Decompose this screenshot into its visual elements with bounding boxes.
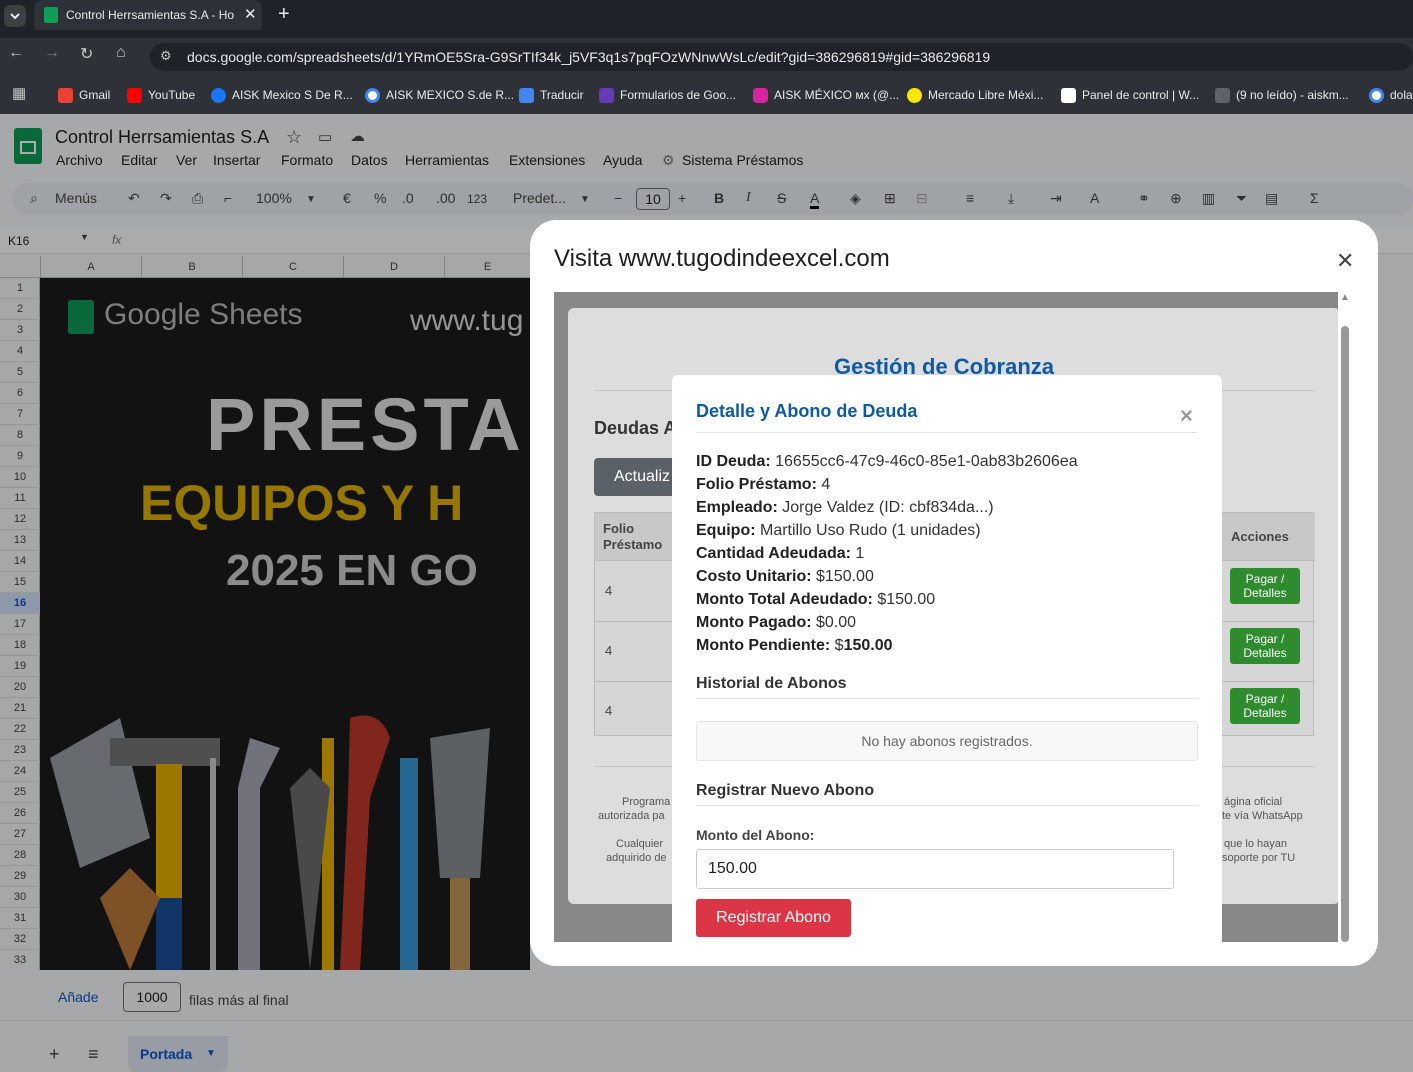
google-icon	[365, 87, 380, 103]
tab-title: Control Herrsamientas S.A - Ho	[66, 8, 235, 22]
bookmark-mercadolibre[interactable]: Mercado Libre Méxi...	[907, 85, 1043, 105]
field-equipo: Equipo: Martillo Uso Rudo (1 unidades)	[696, 522, 981, 539]
bookmark-gmail[interactable]: Gmail	[58, 85, 110, 105]
bookmark-aisk-facebook[interactable]: AISK Mexico S De R...	[211, 85, 353, 105]
bookmark-mail[interactable]: (9 no leído) - aiskm...	[1215, 85, 1349, 105]
field-empleado: Empleado: Jorge Valdez (ID: cbf834da...)	[696, 499, 994, 516]
amount-label: Monto del Abono:	[696, 827, 815, 843]
app-frame: Gestión de Cobranza Deudas A Actualiz Fo…	[554, 292, 1338, 942]
debt-detail-modal: Detalle y Abono de Deuda × ID Deuda: 166…	[672, 375, 1222, 942]
footer-text: autorizada pa	[598, 810, 665, 822]
history-empty-message: No hay abonos registrados.	[696, 721, 1198, 761]
youtube-icon	[127, 87, 142, 103]
reload-icon[interactable]: ↻	[80, 44, 93, 64]
scroll-up-icon[interactable]: ▲	[1340, 292, 1350, 303]
footer-text: Programa	[622, 796, 671, 808]
field-monto-pagado: Monto Pagado: $0.00	[696, 614, 857, 631]
home-icon[interactable]: ⌂	[116, 44, 126, 62]
divider	[696, 698, 1198, 699]
footer-text: Cualquier	[616, 838, 664, 850]
bookmark-instagram[interactable]: AISK MÉXICO мх (@...	[753, 85, 899, 105]
field-cantidad: Cantidad Adeudada: 1	[696, 545, 865, 562]
footer-text: adquirido de	[606, 852, 667, 864]
field-monto-total: Monto Total Adeudado: $150.00	[696, 591, 936, 608]
bookmarks-bar: ▦ Gmail YouTube AISK Mexico S De R... AI…	[0, 76, 1413, 114]
header-folio: Folio Préstamo	[603, 521, 663, 552]
pay-details-button[interactable]: Pagar / Detalles	[1230, 568, 1300, 604]
forward-icon[interactable]: →	[44, 44, 60, 62]
gmail-icon	[58, 87, 73, 103]
pay-details-button[interactable]: Pagar / Detalles	[1230, 628, 1300, 664]
bookmark-traducir[interactable]: Traducir	[519, 85, 584, 105]
scroll-thumb[interactable]	[1341, 326, 1349, 942]
bookmark-aisk-google[interactable]: AISK MEXICO S.de R...	[365, 85, 514, 105]
instagram-icon	[753, 87, 768, 103]
new-tab-icon[interactable]: +	[278, 3, 290, 26]
browser-tab-bar: Control Herrsamientas S.A - Ho ✕ +	[0, 0, 1413, 38]
wix-icon	[1061, 87, 1076, 103]
amount-input[interactable]: 150.00	[696, 849, 1174, 889]
field-folio: Folio Préstamo: 4	[696, 476, 831, 493]
register-payment-button[interactable]: Registrar Abono	[696, 899, 851, 937]
sheets-favicon-icon	[44, 7, 58, 23]
url-field[interactable]: ⚙ docs.google.com/spreadsheets/d/1YRmOE5…	[150, 43, 1413, 71]
close-icon[interactable]: ×	[1180, 403, 1193, 429]
bookmark-dola[interactable]: dola	[1369, 85, 1413, 105]
refresh-button[interactable]: Actualiz	[594, 458, 684, 496]
footer-text: soporte por TU	[1222, 852, 1296, 864]
tab-close-icon[interactable]: ✕	[244, 5, 257, 23]
url-text: docs.google.com/spreadsheets/d/1YRmOE5Sr…	[187, 49, 991, 65]
web-app-dialog: Visita www.tugodindeexcel.com ✕ Gestión …	[530, 220, 1378, 966]
site-info-icon[interactable]: ⚙	[160, 48, 172, 64]
footer-text: que lo hayan	[1224, 838, 1287, 850]
divider	[696, 805, 1198, 806]
mercadolibre-icon	[907, 87, 922, 103]
row-folio: 4	[605, 583, 613, 598]
pay-details-button[interactable]: Pagar / Detalles	[1230, 688, 1300, 724]
close-icon[interactable]: ✕	[1336, 248, 1354, 274]
field-id-deuda: ID Deuda: 16655cc6-47c9-46c0-85e1-0ab83b…	[696, 453, 1078, 470]
modal-title: Detalle y Abono de Deuda	[696, 401, 918, 421]
register-heading: Registrar Nuevo Abono	[696, 782, 875, 799]
section-title: Deudas A	[594, 418, 677, 438]
bookmark-wix[interactable]: Panel de control | W...	[1061, 85, 1199, 105]
facebook-icon	[211, 87, 226, 103]
field-costo-unitario: Costo Unitario: $150.00	[696, 568, 874, 585]
chevron-down-icon	[10, 13, 20, 20]
divider	[696, 432, 1198, 433]
history-heading: Historial de Abonos	[696, 675, 847, 692]
footer-text: ágina oficial	[1224, 796, 1283, 808]
row-folio: 4	[605, 643, 613, 658]
row-folio: 4	[605, 703, 613, 718]
bookmark-youtube[interactable]: YouTube	[127, 85, 195, 105]
translate-icon	[519, 87, 534, 103]
browser-tab-active[interactable]: Control Herrsamientas S.A - Ho ✕	[34, 0, 262, 30]
back-icon[interactable]: ←	[8, 44, 24, 62]
dialog-title: Visita www.tugodindeexcel.com	[554, 245, 890, 272]
field-monto-pendiente: Monto Pendiente: $150.00	[696, 637, 893, 654]
header-actions: Acciones	[1231, 529, 1289, 544]
apps-grid-icon[interactable]: ▦	[12, 84, 26, 102]
mail-icon	[1215, 87, 1230, 103]
google-icon	[1369, 87, 1384, 103]
dialog-scrollbar[interactable]: ▲	[1338, 292, 1352, 942]
forms-icon	[599, 87, 614, 103]
footer-text: te vía WhatsApp	[1222, 810, 1303, 822]
tab-list-button[interactable]	[4, 5, 26, 27]
bookmark-formularios[interactable]: Formularios de Goo...	[599, 85, 736, 105]
